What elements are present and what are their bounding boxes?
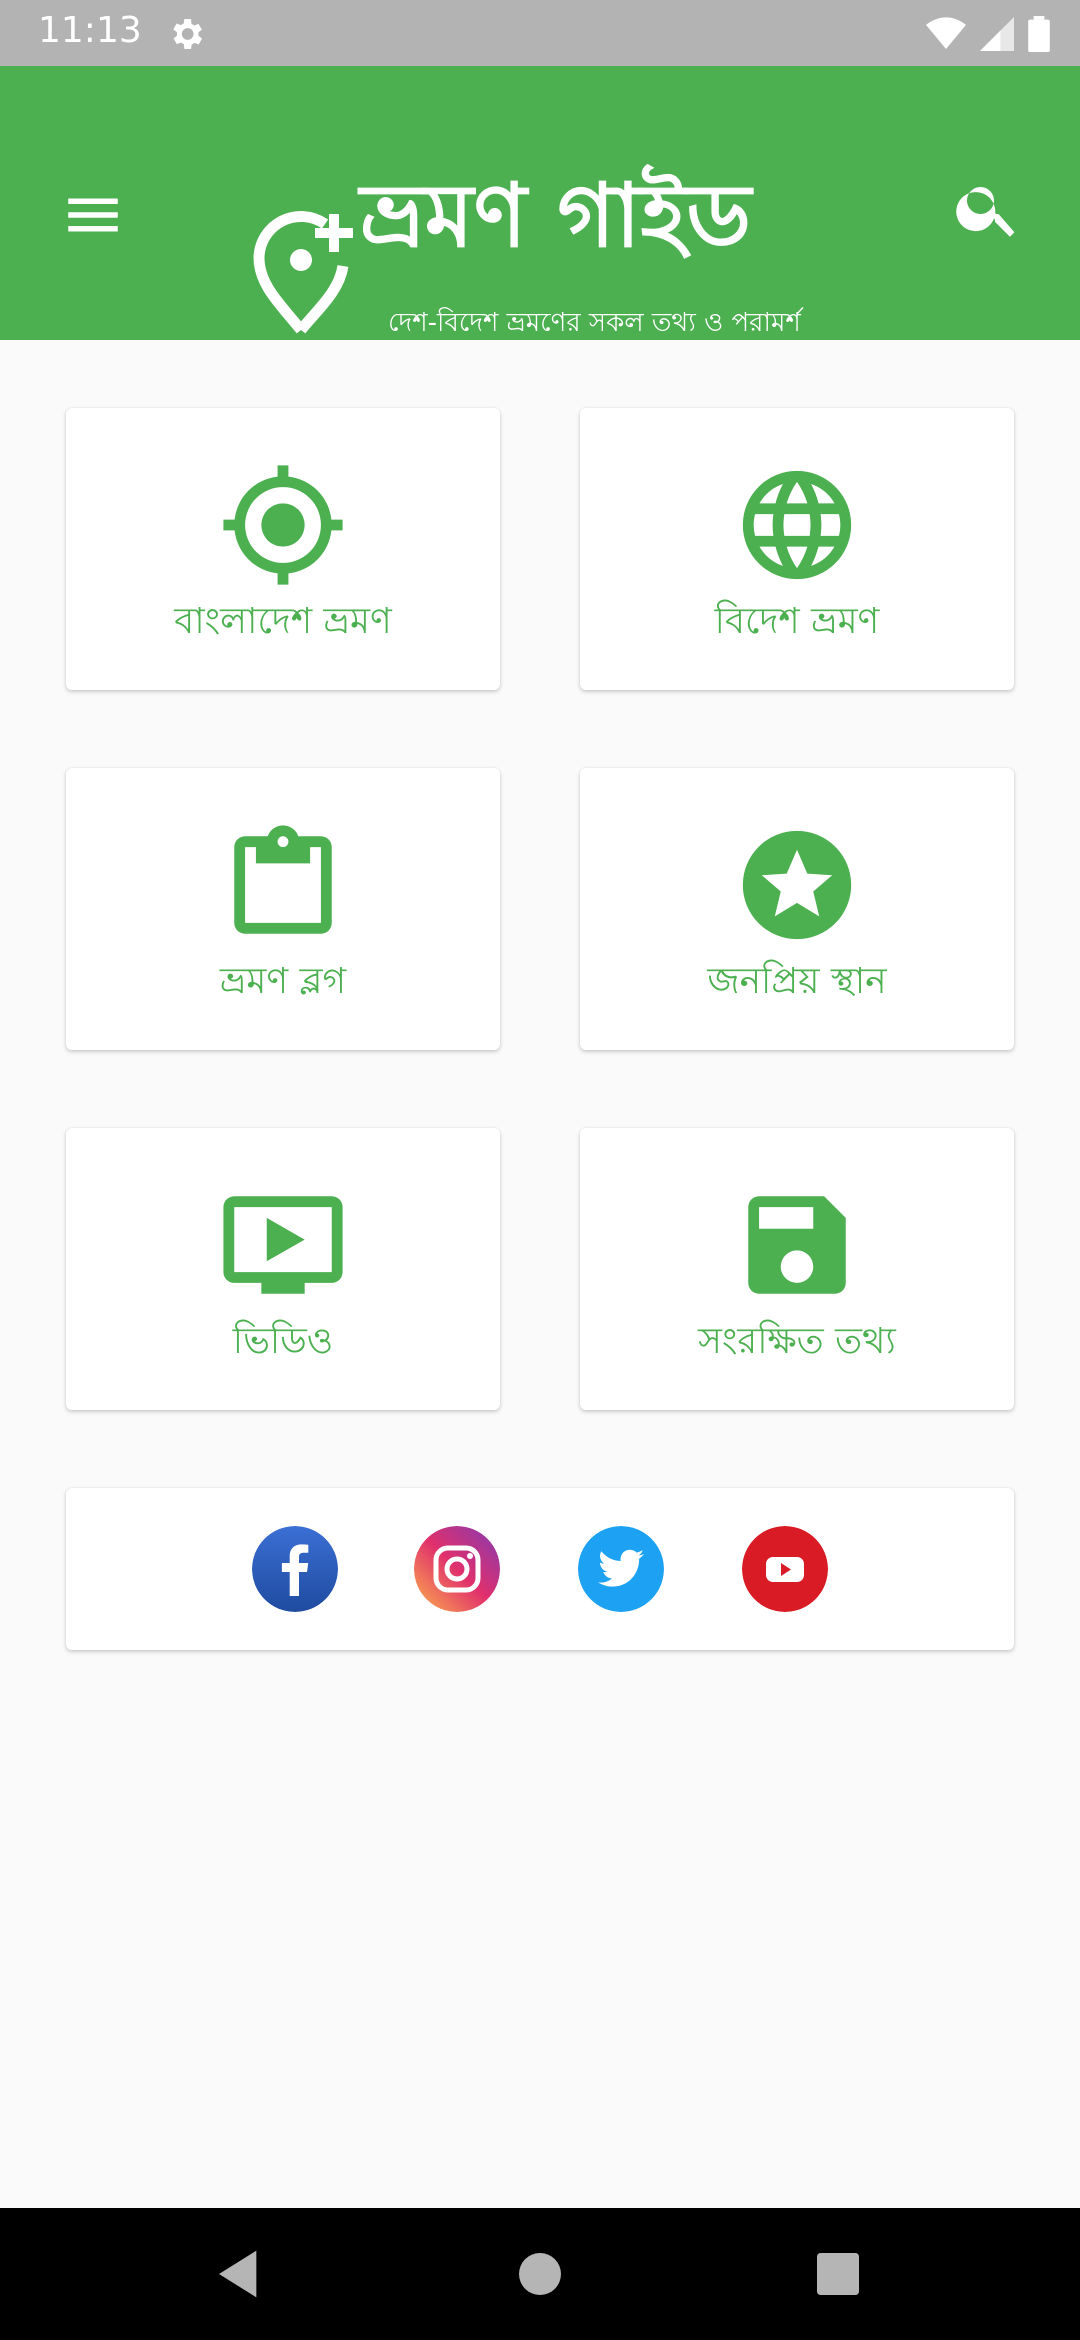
card-saved-info[interactable]: সংরক্ষিত তথ্য — [580, 1128, 1014, 1410]
save-icon — [748, 1196, 846, 1294]
card-label: জনপ্রিয় স্থান — [707, 961, 887, 1002]
search-icon[interactable] — [952, 172, 1024, 244]
card-label: সংরক্ষিত তথ্য — [698, 1321, 896, 1362]
status-time: 11:13 — [38, 10, 142, 51]
wifi-icon — [926, 17, 966, 49]
app-title: ভ্রমণ গাইড — [360, 164, 752, 267]
star-icon — [742, 830, 852, 940]
menu-icon[interactable] — [60, 182, 126, 248]
recents-icon[interactable] — [810, 2246, 866, 2302]
signal-icon — [980, 17, 1014, 51]
twitter-icon[interactable] — [578, 1526, 664, 1612]
facebook-icon[interactable] — [252, 1526, 338, 1612]
card-label: ভিডিও — [232, 1321, 334, 1362]
card-label: বাংলাদেশ ভ্রমণ — [174, 601, 392, 642]
card-popular-places[interactable]: জনপ্রিয় স্থান — [580, 768, 1014, 1050]
back-icon[interactable] — [212, 2246, 268, 2302]
card-video[interactable]: ভিডিও — [66, 1128, 500, 1410]
home-icon[interactable] — [512, 2246, 568, 2302]
card-travel-blog[interactable]: ভ্রমণ ব্লগ — [66, 768, 500, 1050]
youtube-icon[interactable] — [742, 1526, 828, 1612]
card-label: ভ্রমণ ব্লগ — [219, 961, 347, 1002]
logo-pin-icon — [253, 210, 353, 334]
instagram-icon[interactable] — [414, 1526, 500, 1612]
social-links-card — [66, 1488, 1014, 1650]
settings-icon — [173, 19, 202, 49]
status-icons — [926, 14, 1050, 54]
status-bar: 11:13 — [0, 0, 1080, 66]
location-target-icon — [223, 465, 343, 585]
app-bar: ভ্রমণ গাইড দেশ-বিদেশ ভ্রমণের সকল তথ্য ও … — [0, 66, 1080, 340]
card-bangladesh-travel[interactable]: বাংলাদেশ ভ্রমণ — [66, 408, 500, 690]
card-label: বিদেশ ভ্রমণ — [714, 601, 880, 642]
app-subtitle: দেশ-বিদেশ ভ্রমণের সকল তথ্য ও পরামর্শ — [388, 308, 801, 338]
clipboard-icon — [234, 825, 332, 934]
system-nav-bar — [0, 2208, 1080, 2340]
video-play-icon — [223, 1196, 343, 1294]
battery-icon — [1028, 16, 1050, 52]
globe-icon — [742, 470, 852, 580]
card-abroad-travel[interactable]: বিদেশ ভ্রমণ — [580, 408, 1014, 690]
